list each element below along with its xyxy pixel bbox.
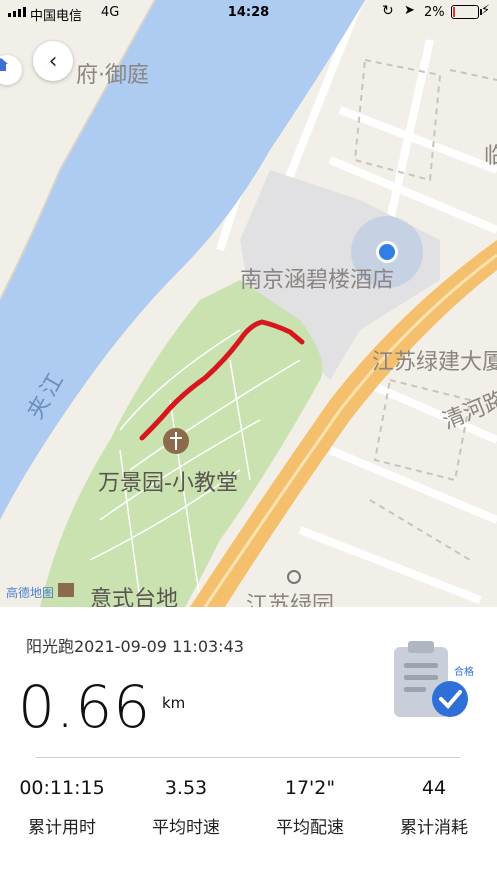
location-arrow-icon: ➤	[404, 3, 415, 18]
map-label-bottom-left: 意式台地	[90, 587, 179, 607]
rotation-lock-icon: ↻	[382, 3, 394, 19]
stat-value: 17'2"	[284, 777, 336, 799]
chevron-left-icon: ‹	[48, 48, 58, 74]
map-label-building: 江苏绿建大厦	[372, 350, 497, 375]
battery-icon	[451, 5, 482, 19]
route-map[interactable]: 府·御庭 临 南京涵碧楼酒店 江苏绿建大厦 清河路 夹江 万景园-小教堂 意式台…	[0, 0, 497, 607]
location-dot	[379, 244, 395, 260]
poi-icon-bottom-left	[58, 583, 74, 597]
stat-label: 累计消耗	[400, 818, 468, 838]
map-label-estate: 府·御庭	[76, 63, 149, 88]
distance-unit: km	[162, 694, 186, 712]
map-label-top-right: 临	[484, 144, 497, 169]
stat-value: 3.53	[164, 777, 208, 799]
clipboard-check-icon	[394, 641, 468, 717]
back-button[interactable]: ‹	[33, 41, 73, 81]
stat-label: 平均时速	[152, 818, 220, 838]
run-summary-panel: 阳光跑2021-09-09 11:03:43 0.66 km 合格 00:11:…	[0, 607, 497, 883]
status-bar: 中国电信 4G 14:28 ↻ ➤ 2% ⚡	[0, 0, 497, 26]
pass-badge-label: 合格	[454, 667, 474, 678]
stat-label: 平均配速	[276, 818, 344, 838]
stat-total-time: 00:11:15 累计用时	[0, 777, 124, 838]
stat-value: 00:11:15	[19, 777, 105, 799]
map-label-bottom-right: 江苏绿园	[246, 593, 335, 607]
map-canvas[interactable]	[0, 0, 497, 607]
session-title: 阳光跑2021-09-09 11:03:43	[26, 637, 244, 656]
divider	[36, 757, 460, 758]
battery-percent: 2%	[424, 5, 445, 20]
map-provider-watermark: 高德地图	[6, 586, 55, 600]
stat-label: 累计用时	[28, 818, 96, 838]
stat-avg-pace: 17'2" 平均配速	[248, 777, 372, 838]
stat-calories: 44 累计消耗	[372, 777, 496, 838]
map-label-hotel: 南京涵碧楼酒店	[240, 268, 395, 293]
stat-value: 44	[421, 777, 447, 799]
distance-value: 0.66	[18, 673, 152, 741]
map-label-church: 万景园-小教堂	[98, 471, 238, 496]
home-icon	[0, 58, 8, 71]
charging-bolt-icon: ⚡	[481, 3, 491, 18]
clock: 14:28	[227, 5, 270, 20]
stat-avg-speed: 3.53 平均时速	[124, 777, 248, 838]
